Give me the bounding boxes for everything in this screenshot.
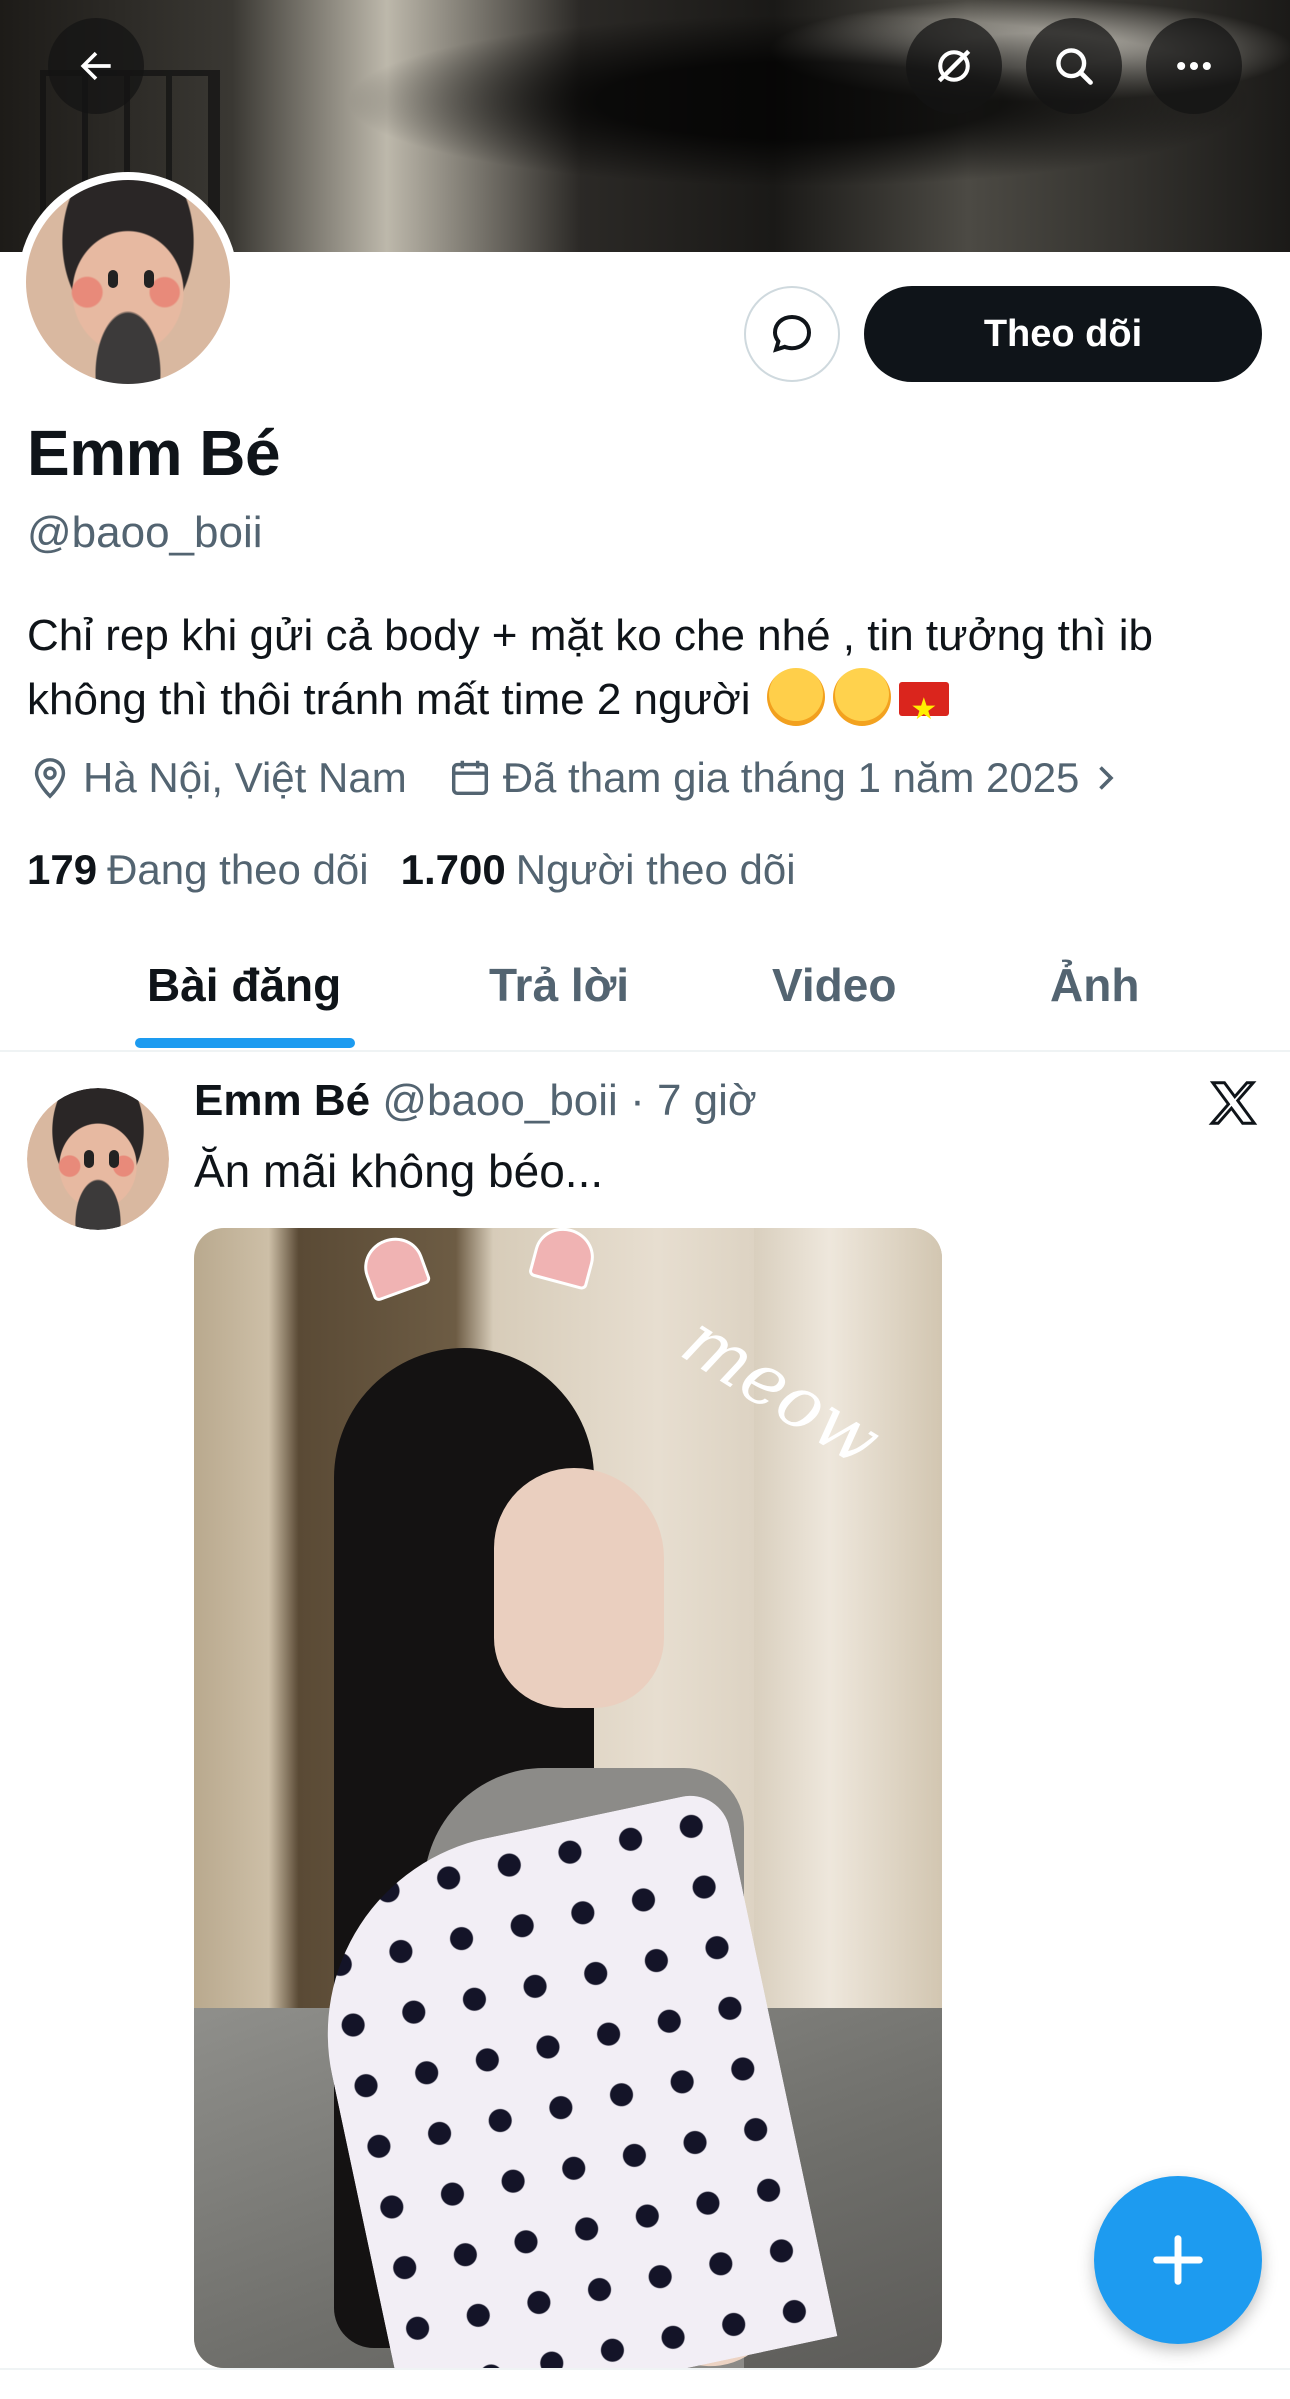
bio-text: Chỉ rep khi gửi cả body + mặt ko che nhé… <box>27 611 1154 724</box>
following-count: 179 <box>27 846 98 893</box>
location-item: Hà Nội, Việt Nam <box>27 754 407 802</box>
profile-name: Emm Bé <box>27 417 281 489</box>
hand-over-mouth-emoji <box>832 668 891 726</box>
x-logo-icon <box>1208 1081 1258 1125</box>
post-header: Emm Bé @baoo_boii · 7 giờ <box>194 1076 757 1126</box>
post-author-handle[interactable]: @baoo_boii <box>382 1076 618 1125</box>
profile-meta: Hà Nội, Việt Nam Đã tham gia tháng 1 năm… <box>27 754 1173 802</box>
follow-counts: 179 Đang theo dõi 1.700 Người theo dõi <box>27 846 828 894</box>
followers-link[interactable]: 1.700 Người theo dõi <box>401 846 796 894</box>
post-media-image[interactable]: meow <box>194 1228 942 2368</box>
divider <box>0 2368 1290 2370</box>
profile-handle: @baoo_boii <box>27 508 263 557</box>
location-text: Hà Nội, Việt Nam <box>83 754 407 801</box>
tab-posts[interactable]: Bài đăng <box>147 920 341 1050</box>
joined-item[interactable]: Đã tham gia tháng 1 năm 2025 <box>447 754 1134 802</box>
back-button[interactable] <box>48 18 144 114</box>
post-avatar-image <box>27 1088 169 1230</box>
post-author-name[interactable]: Emm Bé <box>194 1076 370 1125</box>
follow-button[interactable]: Theo dõi <box>864 286 1262 382</box>
tab-video[interactable]: Video <box>772 920 896 1050</box>
profile-page: Theo dõi Emm Bé @baoo_boii Chỉ rep khi g… <box>0 0 1290 2399</box>
search-icon <box>1056 48 1093 85</box>
active-tab-indicator <box>135 1038 355 1048</box>
following-link[interactable]: 179 Đang theo dõi <box>27 846 369 894</box>
followers-label: Người theo dõi <box>515 846 796 893</box>
grok-button[interactable] <box>906 18 1002 114</box>
message-button[interactable] <box>744 286 840 382</box>
vietnam-flag-emoji <box>898 678 949 742</box>
following-label: Đang theo dõi <box>107 846 369 893</box>
plus-icon <box>1153 2235 1203 2285</box>
profile-avatar[interactable] <box>18 172 238 392</box>
search-button[interactable] <box>1026 18 1122 114</box>
tab-photos[interactable]: Ảnh <box>1050 920 1139 1050</box>
cat-ear-right <box>527 1228 601 1291</box>
location-pin-icon <box>34 758 66 799</box>
more-dots-icon <box>1177 61 1211 71</box>
hugging-face-emoji <box>766 668 825 726</box>
message-bubble-icon <box>772 314 812 353</box>
grok-icon <box>937 49 971 83</box>
followers-count: 1.700 <box>400 846 506 893</box>
chevron-right-icon <box>1099 766 1114 790</box>
avatar-image <box>26 180 230 384</box>
calendar-icon <box>451 760 488 796</box>
tab-replies[interactable]: Trả lời <box>489 920 629 1050</box>
joined-text: Đã tham gia tháng 1 năm 2025 <box>502 754 1080 801</box>
more-button[interactable] <box>1146 18 1242 114</box>
post-avatar[interactable] <box>27 1088 169 1230</box>
cat-ear-left <box>356 1229 432 1303</box>
post-time: · 7 giờ <box>630 1076 757 1125</box>
compose-button[interactable] <box>1094 2176 1262 2344</box>
profile-bio: Chỉ rep khi gửi cả body + mặt ko che nhé… <box>27 604 1267 742</box>
post-text: Ăn mãi không béo... <box>194 1145 604 1197</box>
profile-tabs: Bài đăng Trả lời Video Ảnh <box>0 920 1290 1052</box>
arrow-left-icon <box>80 51 111 81</box>
media-face <box>494 1468 664 1708</box>
